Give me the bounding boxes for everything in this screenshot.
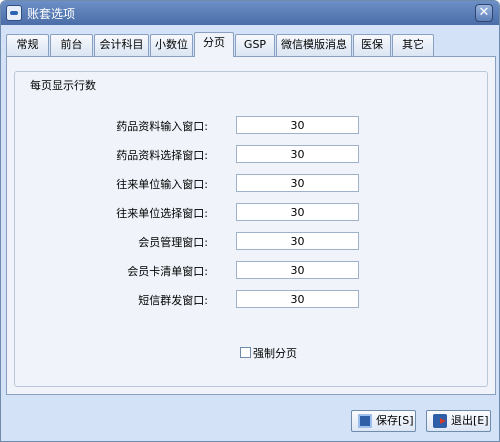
save-button[interactable]: 保存[S] [351, 410, 416, 432]
force-paging-checkbox[interactable] [240, 347, 251, 358]
save-icon [358, 414, 372, 428]
partner-input-window-field[interactable] [236, 174, 359, 192]
tab-decimals[interactable]: 小数位 [150, 34, 193, 56]
window-title: 账套选项 [27, 7, 76, 21]
tab-wechat-template[interactable]: 微信模版消息 [276, 34, 352, 56]
row-label: 短信群发窗口: [138, 294, 208, 307]
group-title: 每页显示行数 [27, 77, 99, 93]
row-label: 药品资料输入窗口: [116, 120, 208, 133]
save-button-label: 保存[S] [376, 414, 414, 427]
row-label: 往来单位输入窗口: [116, 178, 208, 191]
tab-paging[interactable]: 分页 [194, 32, 234, 57]
options-dialog: 账套选项 ✕ 常规 前台 会计科目 小数位 分页 GSP 微信模版消息 医保 其… [0, 0, 500, 442]
exit-icon [433, 414, 447, 428]
tab-other[interactable]: 其它 [392, 34, 434, 56]
row-label: 会员卡清单窗口: [127, 265, 208, 278]
member-manage-window-field[interactable] [236, 232, 359, 250]
tab-medical-insurance[interactable]: 医保 [353, 34, 391, 56]
title-bar[interactable]: 账套选项 ✕ [1, 1, 499, 25]
drug-input-window-field[interactable] [236, 116, 359, 134]
row-label: 往来单位选择窗口: [116, 207, 208, 220]
exit-button-label: 退出[E] [451, 414, 489, 427]
exit-button[interactable]: 退出[E] [426, 410, 491, 432]
tab-front-desk[interactable]: 前台 [50, 34, 93, 56]
app-icon [6, 5, 22, 21]
tab-bar: 常规 前台 会计科目 小数位 分页 GSP 微信模版消息 医保 其它 [6, 32, 496, 57]
sms-broadcast-window-field[interactable] [236, 290, 359, 308]
tab-gsp[interactable]: GSP [235, 34, 275, 56]
tab-accounts[interactable]: 会计科目 [94, 34, 149, 56]
rows-per-page-group: 每页显示行数 药品资料输入窗口: 药品资料选择窗口: 往来单位输入窗口: 往来单… [14, 71, 488, 387]
tab-general[interactable]: 常规 [6, 34, 49, 56]
tab-panel: 每页显示行数 药品资料输入窗口: 药品资料选择窗口: 往来单位输入窗口: 往来单… [6, 56, 496, 395]
drug-select-window-field[interactable] [236, 145, 359, 163]
force-paging-label[interactable]: 强制分页 [253, 345, 297, 361]
partner-select-window-field[interactable] [236, 203, 359, 221]
close-button[interactable]: ✕ [475, 4, 493, 22]
member-card-window-field[interactable] [236, 261, 359, 279]
row-label: 会员管理窗口: [138, 236, 208, 249]
row-label: 药品资料选择窗口: [116, 149, 208, 162]
